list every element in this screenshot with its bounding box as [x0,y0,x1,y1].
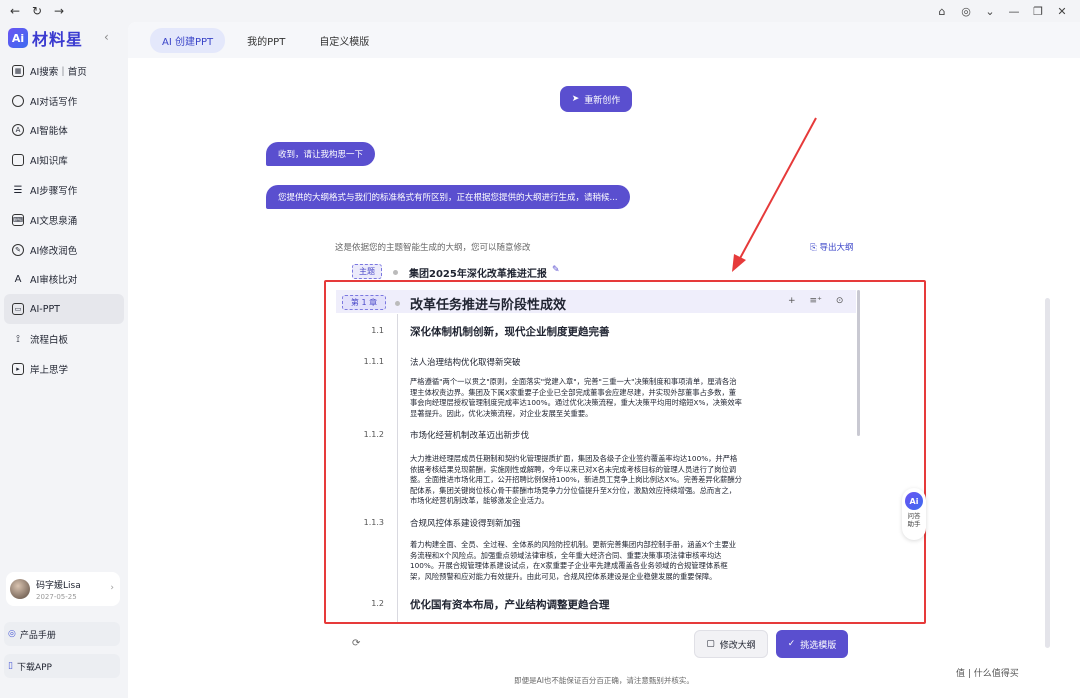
watermark: 值 | 什么值得买 [956,669,1019,679]
annotation-arrow [732,117,817,272]
